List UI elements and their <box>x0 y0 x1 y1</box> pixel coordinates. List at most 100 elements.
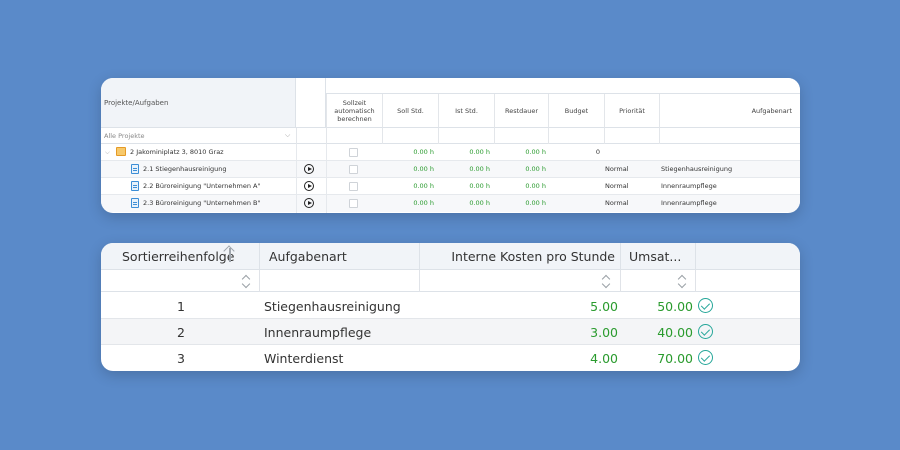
folder-icon <box>116 147 126 156</box>
updown-arrows-icon[interactable] <box>242 274 252 288</box>
sollzeit-checkbox[interactable] <box>349 182 358 191</box>
col-ist-std-header[interactable]: Ist Std. <box>438 94 494 128</box>
task-type-filter-row <box>101 270 800 292</box>
task-icon <box>131 164 139 174</box>
check-circle-icon[interactable] <box>698 350 713 365</box>
col-sollzeit-header[interactable]: Sollzeit automatisch berechnen <box>326 94 382 128</box>
prioritaet-value: Normal <box>605 199 629 207</box>
sort-value: 1 <box>177 299 185 314</box>
updown-arrows-icon[interactable] <box>602 274 612 288</box>
kosten-value: 5.00 <box>590 299 618 314</box>
table-row[interactable]: 3 Winterdienst 4.00 70.00 <box>101 345 800 371</box>
task-type-table-header: Sortierreihenfolge Aufgabenart Interne K… <box>101 243 800 270</box>
check-circle-icon[interactable] <box>698 298 713 313</box>
prioritaet-value: Normal <box>605 165 629 173</box>
project-task-table: Projekte/Aufgaben Sollzeit automatisch b… <box>101 78 800 213</box>
col-kosten-header[interactable]: Interne Kosten pro Stunde <box>420 243 621 270</box>
soll-std-value: 0.00 h <box>413 165 434 173</box>
soll-std-value: 0.00 h <box>413 182 434 190</box>
umsatz-value: 50.00 <box>657 299 693 314</box>
updown-arrows-icon[interactable] <box>678 274 688 288</box>
filter-cell-separator <box>494 128 495 144</box>
prioritaet-value: Normal <box>605 182 629 190</box>
col-prioritaet-label: Priorität <box>619 106 645 115</box>
column-divider <box>326 144 327 213</box>
umsatz-value: 40.00 <box>657 325 693 340</box>
sollzeit-checkbox[interactable] <box>349 148 358 157</box>
filter-cell-separator <box>326 128 327 144</box>
col-ist-std-label: Ist Std. <box>455 106 478 115</box>
kosten-value: 3.00 <box>590 325 618 340</box>
column-divider <box>296 144 297 213</box>
project-filter-row: Alle Projekte ⌵ <box>101 128 800 144</box>
col-aufgabenart-header[interactable]: Aufgabenart <box>659 94 800 128</box>
ist-std-value: 0.00 h <box>469 199 490 207</box>
play-icon[interactable] <box>304 198 314 208</box>
col-prioritaet-header[interactable]: Priorität <box>604 94 659 128</box>
ist-std-value: 0.00 h <box>469 165 490 173</box>
table-row[interactable]: 2.3 Büroreinigung "Unternehmen B" 0.00 h… <box>101 195 800 212</box>
sort-value: 2 <box>177 325 185 340</box>
kosten-filter-input[interactable] <box>420 270 621 292</box>
ist-std-value: 0.00 h <box>469 182 490 190</box>
aufgabenart-value: Innenraumpflege <box>661 199 717 207</box>
umsatz-value: 70.00 <box>657 351 693 366</box>
chevron-down-icon[interactable]: ⌵ <box>285 131 290 140</box>
col-kosten-label: Interne Kosten pro Stunde <box>451 249 615 264</box>
header-spacer <box>326 78 800 94</box>
soll-std-value: 0.00 h <box>413 199 434 207</box>
tree-column-label: Projekte/Aufgaben <box>104 99 169 107</box>
sort-value: 3 <box>177 351 185 366</box>
sort-ascending-icon[interactable] <box>229 248 231 262</box>
play-icon[interactable] <box>304 164 314 174</box>
col-aufgabenart-header[interactable]: Aufgabenart <box>260 243 420 270</box>
aufgabenart-value: Stiegenhausreinigung <box>264 299 401 314</box>
col-budget-header[interactable]: Budget <box>548 94 604 128</box>
col-restdauer-header[interactable]: Restdauer <box>494 94 548 128</box>
row-name: 2.3 Büroreinigung "Unternehmen B" <box>143 199 261 207</box>
table-row[interactable]: 1 Stiegenhausreinigung 5.00 50.00 <box>101 293 800 319</box>
sort-filter-input[interactable] <box>101 270 260 292</box>
sollzeit-checkbox[interactable] <box>349 199 358 208</box>
aufgabenart-value: Stiegenhausreinigung <box>661 165 733 173</box>
sollzeit-checkbox[interactable] <box>349 165 358 174</box>
play-icon[interactable] <box>304 181 314 191</box>
table-row[interactable]: 2.2 Büroreinigung "Unternehmen A" 0.00 h… <box>101 178 800 195</box>
umsatz-filter-input[interactable] <box>621 270 696 292</box>
table-row[interactable]: 2.1 Stiegenhausreinigung 0.00 h 0.00 h 0… <box>101 161 800 178</box>
action-column-header <box>296 78 326 128</box>
col-soll-std-label: Soll Std. <box>397 106 424 115</box>
filter-cell-separator <box>382 128 383 144</box>
aufgabenart-value: Winterdienst <box>264 351 344 366</box>
row-name: 2.1 Stiegenhausreinigung <box>143 165 227 173</box>
project-filter-select[interactable]: Alle Projekte <box>104 132 145 140</box>
col-budget-label: Budget <box>564 106 589 115</box>
col-restdauer-label: Restdauer <box>504 106 539 115</box>
col-sort-label: Sortierreihenfolge <box>122 249 235 264</box>
aufgabenart-value: Innenraumpflege <box>661 182 717 190</box>
expand-toggle-icon[interactable]: ⌵ <box>105 148 110 157</box>
aufgabenart-filter-input[interactable] <box>260 270 420 292</box>
col-soll-std-header[interactable]: Soll Std. <box>382 94 438 128</box>
task-type-table: Sortierreihenfolge Aufgabenart Interne K… <box>101 243 800 371</box>
filter-cell-separator <box>438 128 439 144</box>
check-circle-icon[interactable] <box>698 324 713 339</box>
table-row[interactable]: ⌵ 2 Jakominiplatz 3, 8010 Graz 0.00 h 0.… <box>101 144 800 161</box>
filter-cell-separator <box>604 128 605 144</box>
restdauer-value: 0.00 h <box>525 165 546 173</box>
task-icon <box>131 181 139 191</box>
aufgabenart-value: Innenraumpflege <box>264 325 372 340</box>
kosten-value: 4.00 <box>590 351 618 366</box>
tree-column-header[interactable]: Projekte/Aufgaben <box>101 78 296 128</box>
col-umsatz-header[interactable]: Umsat... <box>621 243 696 270</box>
filter-cell-separator <box>659 128 660 144</box>
row-name: 2 Jakominiplatz 3, 8010 Graz <box>130 148 224 156</box>
col-sollzeit-label: Sollzeit automatisch berechnen <box>334 98 375 123</box>
restdauer-value: 0.00 h <box>525 182 546 190</box>
soll-std-value: 0.00 h <box>413 148 434 156</box>
restdauer-value: 0.00 h <box>525 199 546 207</box>
project-table-header: Projekte/Aufgaben Sollzeit automatisch b… <box>101 78 800 128</box>
col-sort-header[interactable]: Sortierreihenfolge <box>101 243 260 270</box>
col-aufgabenart-label: Aufgabenart <box>751 106 792 115</box>
table-row[interactable]: 2 Innenraumpflege 3.00 40.00 <box>101 319 800 345</box>
